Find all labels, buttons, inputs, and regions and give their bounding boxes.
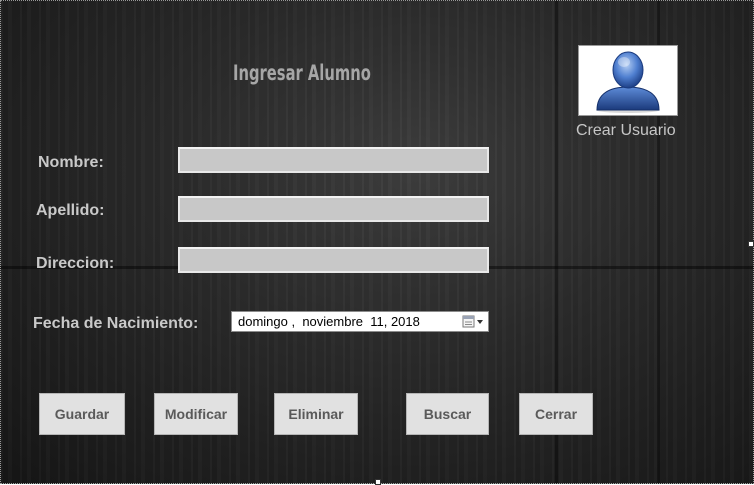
fecha-nacimiento-picker[interactable]: domingo , noviembre 11, 2018: [231, 311, 489, 332]
direccion-label: Direccion:: [36, 255, 115, 272]
user-avatar-button[interactable]: [578, 45, 678, 116]
buscar-button[interactable]: Buscar: [406, 393, 489, 435]
calendar-dropdown-icon[interactable]: [462, 315, 484, 329]
nombre-field[interactable]: [178, 147, 489, 173]
fecha-nacimiento-label: Fecha de Nacimiento:: [33, 315, 199, 332]
apellido-field[interactable]: [178, 196, 489, 222]
form-window: Ingresar Alumno Crear Usuario Nombre: Ap…: [0, 0, 754, 485]
apellido-label: Apellido:: [36, 202, 105, 219]
guardar-button[interactable]: Guardar: [39, 393, 125, 435]
create-user-label: Crear Usuario: [576, 122, 676, 139]
resize-handle-bottom[interactable]: [375, 479, 381, 485]
page-title: Ingresar Alumno: [233, 61, 371, 85]
modificar-button[interactable]: Modificar: [154, 393, 238, 435]
user-avatar-icon: [596, 51, 660, 113]
nombre-label: Nombre:: [38, 154, 104, 171]
direccion-field[interactable]: [178, 247, 489, 273]
cerrar-button[interactable]: Cerrar: [519, 393, 593, 435]
resize-handle-right[interactable]: [748, 241, 754, 247]
eliminar-button[interactable]: Eliminar: [274, 393, 358, 435]
fecha-nacimiento-value: domingo , noviembre 11, 2018: [238, 314, 420, 329]
